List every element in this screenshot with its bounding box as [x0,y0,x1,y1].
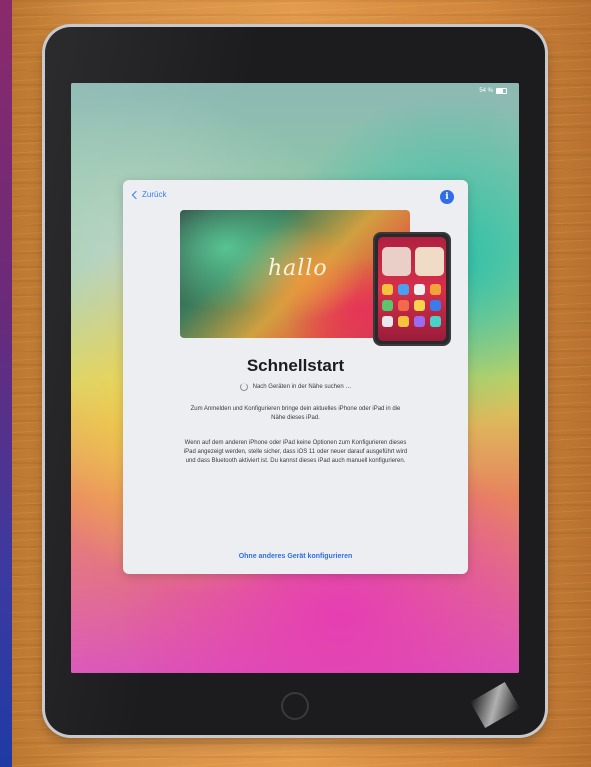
app-icon [414,316,425,327]
widget-tile [415,247,444,276]
chevron-left-icon [131,190,141,200]
iphone-illustration [373,232,451,346]
app-icon [398,284,409,295]
widget-tile [382,247,411,276]
searching-status: Nach Geräten in der Nähe suchen … [123,383,468,391]
instructions-paragraph: Zum Anmelden und Konfigurieren bringe de… [190,406,401,421]
app-icon [382,284,393,295]
photo-scene: 54 % Zurück i hallo Schnellstart Nach Ge… [0,0,591,767]
searching-text: Nach Geräten in der Nähe suchen … [252,384,352,390]
troubleshooting-paragraph: Wenn auf dem anderen iPhone oder iPad ke… [183,440,408,464]
home-button[interactable] [281,692,309,720]
app-icon [414,300,425,311]
app-icon [430,300,441,311]
info-icon[interactable]: i [440,190,454,204]
battery-icon [496,88,507,94]
app-icon [398,316,409,327]
back-button-label: Zurück [142,190,167,199]
iphone-home-screen [378,237,446,341]
ipad-device: 54 % Zurück i hallo Schnellstart Nach Ge… [45,27,545,735]
hallo-lettering: hallo [268,256,328,281]
app-icon [414,284,425,295]
app-grid [382,284,441,327]
setup-without-device-link[interactable]: Ohne anderes Gerät konfigurieren [123,553,468,560]
quick-start-sheet: Zurück i hallo Schnellstart Nach Geräten… [123,180,468,574]
app-icon [398,300,409,311]
battery-percentage: 54 % [479,88,493,94]
spinner-icon [239,383,248,391]
purple-object-edge [0,0,12,767]
page-title: Schnellstart [246,356,345,375]
app-icon [430,316,441,327]
app-icon [382,316,393,327]
ipad-screen: 54 % Zurück i hallo Schnellstart Nach Ge… [71,83,519,673]
status-bar: 54 % [479,88,507,94]
app-icon [430,284,441,295]
back-button[interactable]: Zurück [131,190,167,200]
app-icon [382,300,393,311]
